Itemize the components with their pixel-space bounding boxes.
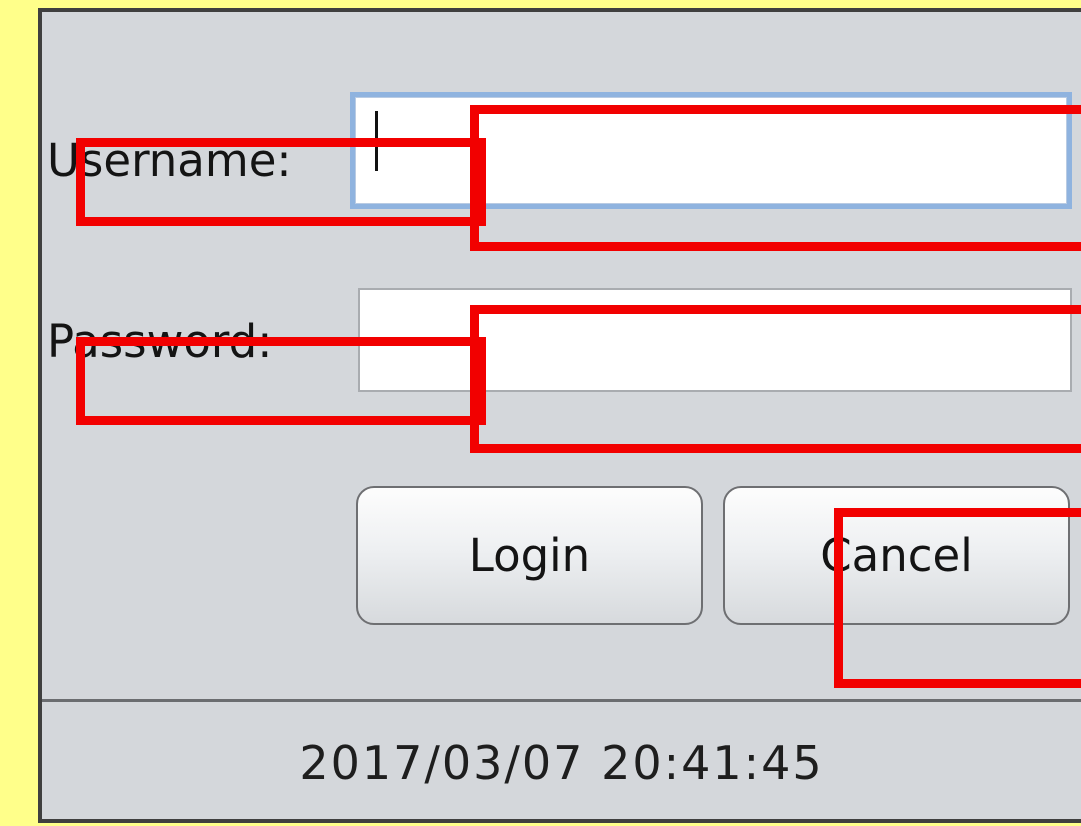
highlight-box-username-label — [76, 138, 486, 226]
login-button[interactable]: Login — [356, 486, 703, 625]
highlight-box-password-field — [470, 305, 1081, 453]
highlight-box-username-field — [470, 105, 1081, 251]
highlight-box-password-label — [76, 337, 486, 425]
status-timestamp: 2017/03/07 20:41:45 — [299, 735, 824, 790]
highlight-box-cancel-button — [834, 508, 1081, 688]
status-bar: 2017/03/07 20:41:45 — [42, 699, 1081, 823]
